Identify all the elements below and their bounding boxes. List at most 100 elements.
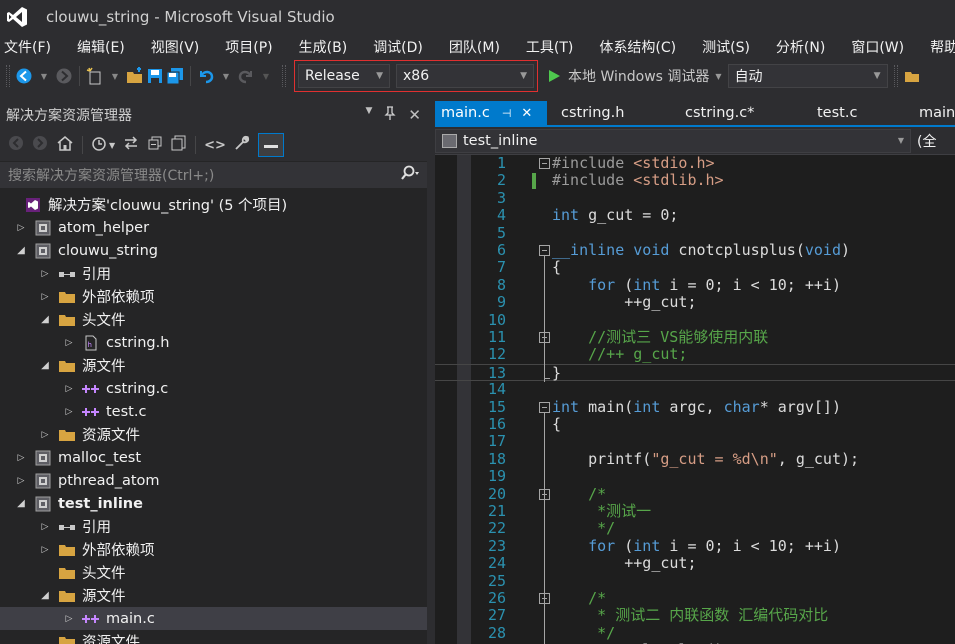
expand-arrow-collapsed-icon[interactable]: ▷ [14, 476, 28, 486]
document-tab[interactable]: test.c [803, 101, 905, 125]
collapse-outline-icon[interactable] [539, 401, 550, 413]
tree-item[interactable]: ▷ 外部依赖项 [0, 538, 427, 561]
forward-icon[interactable] [32, 135, 48, 155]
tree-item[interactable]: ▷ 外部依赖项 [0, 285, 427, 308]
document-tab[interactable]: cstring.h [547, 101, 671, 125]
new-project-icon[interactable] [85, 64, 105, 88]
project-scope-dropdown[interactable]: test_inline ▼ [435, 128, 911, 153]
save-icon[interactable] [145, 64, 165, 88]
expand-arrow-collapsed-icon[interactable]: ▷ [38, 269, 52, 279]
back-icon[interactable] [8, 135, 24, 155]
menu-item[interactable]: 文件(F) [0, 37, 51, 57]
navigate-forward-icon[interactable] [54, 64, 74, 88]
expand-arrow-collapsed-icon[interactable]: ▷ [14, 453, 28, 463]
document-tab[interactable]: main.c ⊣ ✕ [435, 101, 547, 125]
pending-changes-filter-icon[interactable] [91, 135, 107, 155]
tree-item[interactable]: ▷ 资源文件 [0, 423, 427, 446]
toolbar-grip[interactable] [6, 65, 10, 87]
menu-item[interactable]: 调试(D) [369, 37, 423, 57]
tree-item[interactable]: 解决方案'clouwu_string' (5 个项目) [0, 193, 427, 216]
member-scope-dropdown[interactable]: (全 [917, 131, 936, 151]
collapse-outline-icon[interactable] [539, 245, 550, 256]
expand-arrow-collapsed-icon[interactable]: ▷ [38, 545, 52, 555]
home-icon[interactable] [56, 135, 74, 155]
dropdown-arrow-icon[interactable]: ▼ [256, 64, 276, 88]
tree-item[interactable]: ▷ cstring.c [0, 377, 427, 400]
tree-item[interactable]: ◢ test_inline [0, 492, 427, 515]
pin-icon[interactable] [384, 106, 396, 124]
code-text-area[interactable]: 1 #include <stdio.h> 2 #include <stdlib.h> 3… [435, 155, 955, 644]
menu-item[interactable]: 窗口(W) [847, 37, 904, 57]
expand-arrow-expanded-icon[interactable]: ◢ [38, 590, 52, 601]
tree-item[interactable]: ▷ h cstring.h [0, 331, 427, 354]
redo-icon[interactable] [236, 64, 256, 88]
menu-item[interactable]: 编辑(E) [73, 37, 125, 57]
pin-icon[interactable]: ⊣ [502, 107, 512, 120]
tree-item[interactable]: ◢ 源文件 [0, 584, 427, 607]
menu-item[interactable]: 测试(S) [698, 37, 750, 57]
tree-item[interactable]: ◢ clouwu_string [0, 239, 427, 262]
sync-with-active-document-icon[interactable] [123, 135, 139, 155]
tree-item[interactable]: ▷ main.c [0, 607, 427, 630]
tree-item[interactable]: 资源文件 [0, 630, 427, 644]
tree-item[interactable]: ◢ 源文件 [0, 354, 427, 377]
expand-arrow-collapsed-icon[interactable]: ▷ [62, 614, 76, 624]
show-all-files-icon[interactable] [171, 135, 187, 155]
undo-icon[interactable] [196, 64, 216, 88]
preview-selected-items-icon[interactable] [257, 133, 284, 157]
tree-item[interactable]: ▷ test.c [0, 400, 427, 423]
tree-item[interactable]: ▷ pthread_atom [0, 469, 427, 492]
dropdown-arrow-icon[interactable]: ▼ [216, 64, 236, 88]
expand-arrow-collapsed-icon[interactable]: ▷ [38, 430, 52, 440]
close-icon[interactable]: ✕ [408, 106, 421, 124]
tree-item[interactable]: ▷ malloc_test [0, 446, 427, 469]
expand-arrow-collapsed-icon[interactable]: ▷ [62, 407, 76, 417]
tree-item[interactable]: 头文件 [0, 561, 427, 584]
window-position-dropdown-icon[interactable]: ▼ [366, 106, 373, 124]
dropdown-arrow-icon[interactable]: ▼ [34, 64, 54, 88]
tree-item[interactable]: ▷ 引用 [0, 515, 427, 538]
expand-arrow-expanded-icon[interactable]: ◢ [38, 314, 52, 325]
menu-item[interactable]: 体系结构(C) [595, 37, 676, 57]
menu-item[interactable]: 视图(V) [147, 37, 200, 57]
save-all-icon[interactable] [165, 64, 185, 88]
collapse-outline-icon[interactable] [539, 158, 550, 169]
tree-item[interactable]: ▷ 引用 [0, 262, 427, 285]
document-tab[interactable]: cstring.c* [671, 101, 803, 125]
expand-arrow-expanded-icon[interactable]: ◢ [38, 360, 52, 371]
document-tab[interactable]: main.c [905, 101, 955, 125]
expand-arrow-collapsed-icon[interactable]: ▷ [38, 292, 52, 302]
collapse-all-icon[interactable] [147, 135, 163, 155]
search-icon[interactable] [399, 165, 419, 185]
close-icon[interactable]: ✕ [521, 106, 532, 121]
solution-platform-dropdown[interactable]: x86 ▼ [396, 64, 534, 88]
menu-item[interactable]: 帮助 [926, 37, 955, 57]
start-debugging-icon[interactable] [544, 64, 564, 88]
menu-item[interactable]: 团队(M) [445, 37, 500, 57]
tree-item[interactable]: ▷ atom_helper [0, 216, 427, 239]
open-file-icon[interactable] [125, 64, 145, 88]
navigate-back-icon[interactable] [14, 64, 34, 88]
solution-explorer-search-input[interactable]: 搜索解决方案资源管理器(Ctrl+;) [0, 162, 427, 188]
tree-item[interactable]: ◢ 头文件 [0, 308, 427, 331]
expand-arrow-collapsed-icon[interactable]: ▷ [62, 338, 76, 348]
dropdown-arrow-icon[interactable]: ▼ [105, 64, 125, 88]
menu-item[interactable]: 分析(N) [772, 37, 825, 57]
properties-wrench-icon[interactable] [234, 135, 250, 155]
expand-arrow-expanded-icon[interactable]: ◢ [14, 245, 28, 256]
menu-item[interactable]: 工具(T) [522, 37, 573, 57]
chevron-down-icon[interactable]: ▼ [109, 141, 115, 150]
debug-mode-dropdown[interactable]: 自动 ▼ [727, 64, 888, 88]
toolbar-grip[interactable] [893, 65, 898, 87]
view-code-icon[interactable]: <> [204, 138, 226, 153]
find-in-files-icon[interactable] [902, 64, 922, 88]
toolbar-grip[interactable] [282, 65, 286, 87]
debugger-target-button[interactable]: 本地 Windows 调试器 ▼ [568, 64, 722, 88]
expand-arrow-collapsed-icon[interactable]: ▷ [62, 384, 76, 394]
menu-item[interactable]: 生成(B) [295, 37, 348, 57]
expand-arrow-collapsed-icon[interactable]: ▷ [38, 522, 52, 532]
expand-arrow-collapsed-icon[interactable]: ▷ [14, 223, 28, 233]
menu-item[interactable]: 项目(P) [221, 37, 272, 57]
expand-arrow-expanded-icon[interactable]: ◢ [14, 498, 28, 509]
solution-configuration-dropdown[interactable]: Release ▼ [298, 64, 390, 88]
